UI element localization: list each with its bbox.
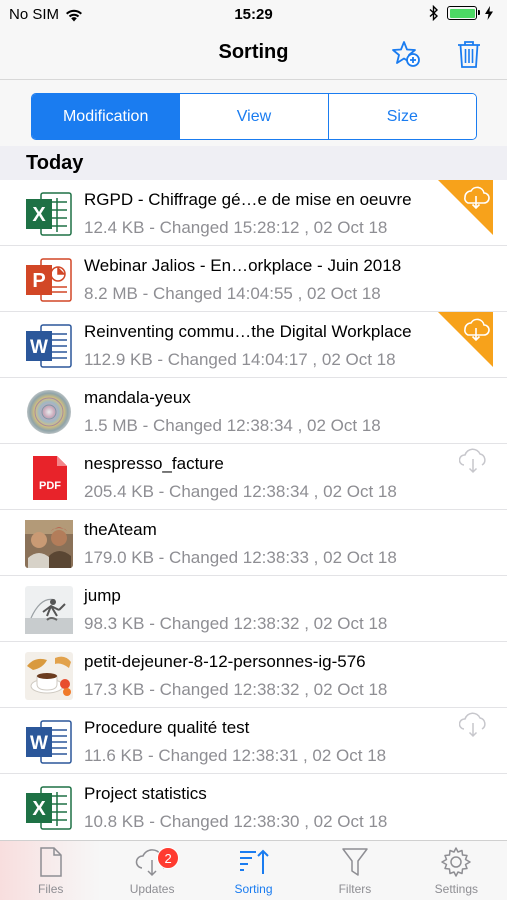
svg-text:W: W <box>30 337 48 358</box>
file-row[interactable]: W Reinventing commu…the Digital Workplac… <box>0 312 507 378</box>
section-header-today: Today <box>0 146 507 180</box>
file-name: mandala-yeux <box>84 388 191 407</box>
segment-size[interactable]: Size <box>328 94 476 139</box>
mandala-thumbnail <box>27 390 71 434</box>
file-row[interactable]: X Project statistics 10.8 KB - Changed 1… <box>0 774 507 840</box>
cloud-download-icon[interactable] <box>459 448 487 474</box>
file-meta: 1.5 MB - Changed 12:38:34 , 02 Oct 18 <box>84 416 381 435</box>
file-row[interactable]: X RGPD - Chiffrage gé…e de mise en oeuvr… <box>0 180 507 246</box>
cloud-download-badge-icon[interactable] <box>438 312 493 367</box>
cloud-download-badge-icon[interactable] <box>438 180 493 235</box>
file-meta: 112.9 KB - Changed 14:04:17 , 02 Oct 18 <box>84 350 396 369</box>
status-right <box>429 5 493 21</box>
trash-icon <box>458 41 480 68</box>
file-row[interactable]: mandala-yeux 1.5 MB - Changed 12:38:34 ,… <box>0 378 507 444</box>
file-name: theAteam <box>84 520 157 539</box>
tab-label: Filters <box>338 882 372 896</box>
word-file-icon: W <box>26 324 72 368</box>
tab-label: Files <box>38 882 64 896</box>
file-name: Procedure qualité test <box>84 718 250 737</box>
file-meta: 10.8 KB - Changed 12:38:30 , 02 Oct 18 <box>84 812 388 831</box>
file-icon <box>39 847 62 877</box>
tab-label: Sorting <box>234 882 273 896</box>
file-row[interactable]: theAteam 179.0 KB - Changed 12:38:33 , 0… <box>0 510 507 576</box>
tab-bar: Files Updates 2 Sorting Filters Settings <box>0 840 507 900</box>
tab-files[interactable]: Files <box>0 841 102 900</box>
add-favorite-button[interactable] <box>389 37 423 71</box>
star-add-icon <box>392 41 420 67</box>
delete-button[interactable] <box>452 37 486 71</box>
tab-sorting[interactable]: Sorting <box>203 841 304 900</box>
segment-modification[interactable]: Modification <box>32 94 181 139</box>
sort-segmented-control: Modification View Size <box>31 93 477 140</box>
file-row[interactable]: W Procedure qualité test 11.6 KB - Chang… <box>0 708 507 774</box>
team-photo-thumbnail <box>25 520 73 568</box>
file-list: X RGPD - Chiffrage gé…e de mise en oeuvr… <box>0 180 507 840</box>
file-meta: 205.4 KB - Changed 12:38:34 , 02 Oct 18 <box>84 482 397 501</box>
file-meta: 98.3 KB - Changed 12:38:32 , 02 Oct 18 <box>84 614 388 633</box>
file-meta: 12.4 KB - Changed 15:28:12 , 02 Oct 18 <box>84 218 388 237</box>
powerpoint-file-icon: P <box>26 258 72 302</box>
file-name: petit-dejeuner-8-12-personnes-ig-576 <box>84 652 366 671</box>
sort-control-area: Modification View Size <box>0 80 507 146</box>
file-row[interactable]: petit-dejeuner-8-12-personnes-ig-576 17.… <box>0 642 507 708</box>
file-row[interactable]: P Webinar Jalios - En…orkplace - Juin 20… <box>0 246 507 312</box>
file-meta: 11.6 KB - Changed 12:38:31 , 02 Oct 18 <box>84 746 387 765</box>
file-meta: 8.2 MB - Changed 14:04:55 , 02 Oct 18 <box>84 284 381 303</box>
excel-file-icon: X <box>26 192 72 236</box>
tab-updates[interactable]: Updates 2 <box>101 841 202 900</box>
file-name: Project statistics <box>84 784 207 803</box>
status-bar: No SIM 15:29 <box>0 0 507 30</box>
bluetooth-icon <box>429 5 439 21</box>
segment-view[interactable]: View <box>180 94 329 139</box>
word-file-icon: W <box>26 720 72 764</box>
tab-settings[interactable]: Settings <box>406 841 507 900</box>
updates-count-badge: 2 <box>157 847 180 869</box>
charging-icon <box>485 6 493 20</box>
tab-label: Updates <box>129 882 175 896</box>
battery-icon <box>447 6 480 20</box>
svg-text:P: P <box>32 270 45 292</box>
excel-file-icon: X <box>26 786 72 830</box>
svg-text:W: W <box>30 733 48 754</box>
file-meta: 179.0 KB - Changed 12:38:33 , 02 Oct 18 <box>84 548 397 567</box>
file-name: nespresso_facture <box>84 454 224 473</box>
cloud-download-icon[interactable] <box>459 712 487 738</box>
gear-icon <box>441 847 472 877</box>
file-meta: 17.3 KB - Changed 12:38:32 , 02 Oct 18 <box>84 680 388 699</box>
svg-text:X: X <box>32 798 46 820</box>
sort-icon <box>239 849 269 874</box>
breakfast-photo-thumbnail <box>25 652 73 700</box>
tab-filters[interactable]: Filters <box>304 841 405 900</box>
file-name: RGPD - Chiffrage gé…e de mise en oeuvre <box>84 190 412 209</box>
navigation-bar: Sorting <box>0 30 507 80</box>
file-name: Webinar Jalios - En…orkplace - Juin 2018 <box>84 256 402 275</box>
pdf-file-icon: PDF <box>33 456 67 500</box>
file-name: Reinventing commu…the Digital Workplace <box>84 322 412 341</box>
svg-text:PDF: PDF <box>39 480 61 492</box>
svg-text:X: X <box>32 204 46 226</box>
file-row[interactable]: jump 98.3 KB - Changed 12:38:32 , 02 Oct… <box>0 576 507 642</box>
page-title: Sorting <box>218 41 289 63</box>
filter-icon <box>342 848 368 876</box>
file-name: jump <box>84 586 121 605</box>
tab-label: Settings <box>434 882 478 896</box>
file-row[interactable]: PDF nespresso_facture 205.4 KB - Changed… <box>0 444 507 510</box>
jump-photo-thumbnail <box>25 586 73 634</box>
